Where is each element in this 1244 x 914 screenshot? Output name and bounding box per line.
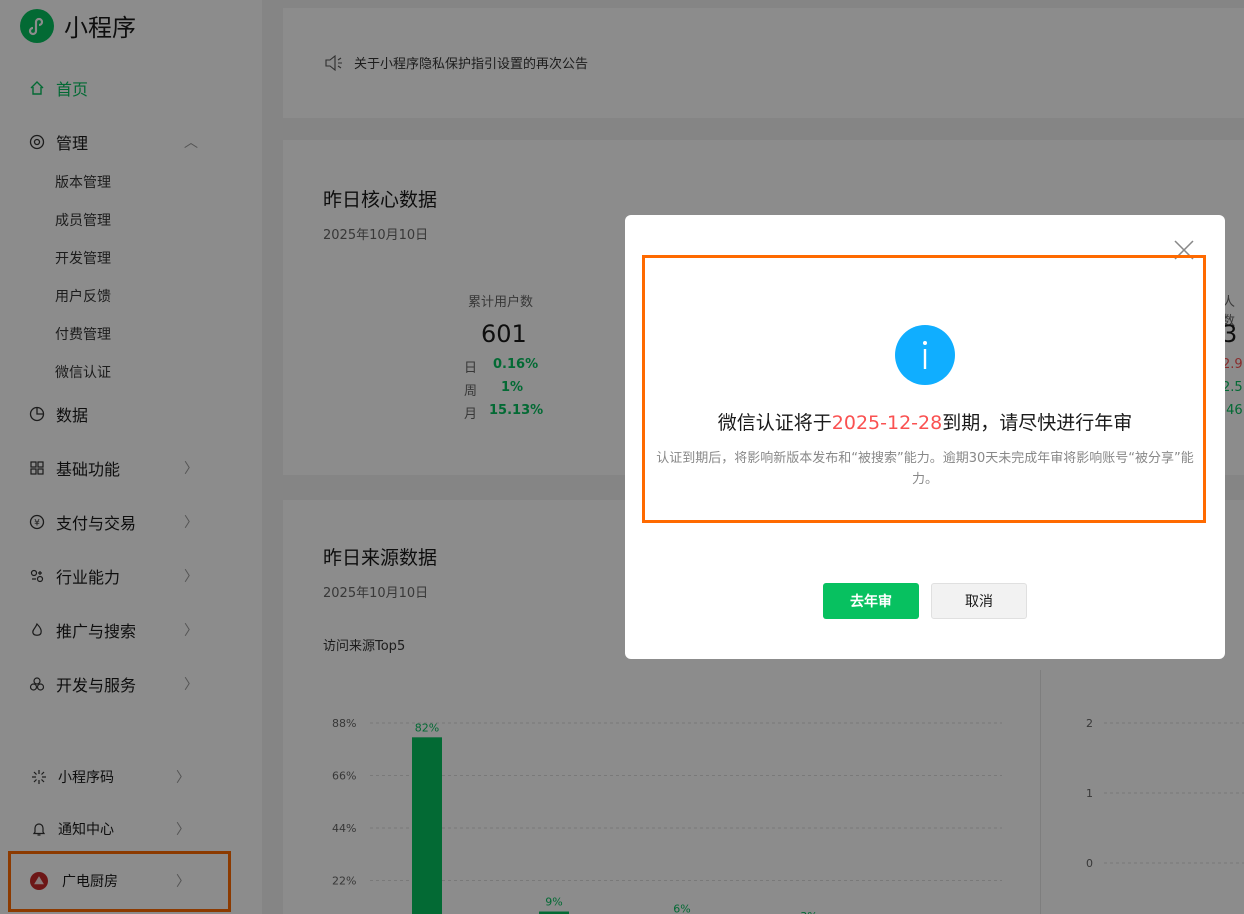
verification-modal: 微信认证将于2025-12-28到期，请尽快进行年审 认证到期后，将影响新版本发… [625,215,1225,659]
modal-title-prefix: 微信认证将于 [717,412,832,434]
modal-expiry-date: 2025-12-28 [831,412,943,434]
modal-title-suffix: 到期，请尽快进行年审 [942,412,1133,434]
modal-description: 认证到期后，将影响新版本发布和“被搜索”能力。逾期30天未完成年审将影响账号“被… [656,451,1194,487]
cancel-button[interactable]: 取消 [931,583,1027,619]
info-icon [895,325,955,385]
modal-title: 微信认证将于2025-12-28到期，请尽快进行年审 [625,408,1225,435]
annual-review-button[interactable]: 去年审 [823,583,919,619]
